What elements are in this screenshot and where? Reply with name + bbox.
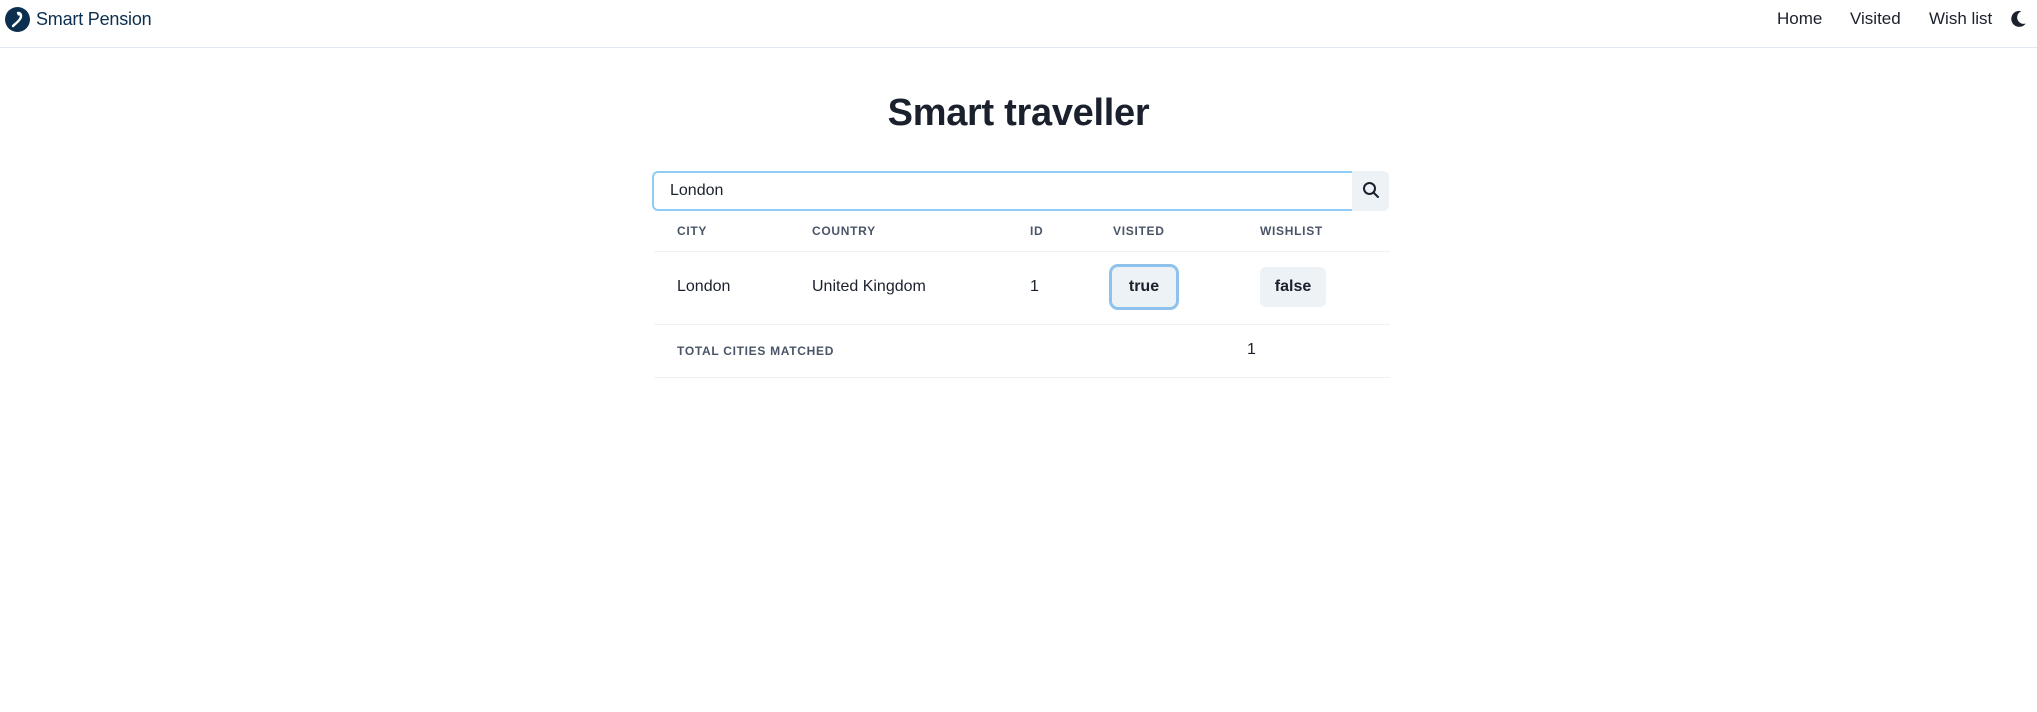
search-button[interactable]	[1352, 171, 1389, 211]
row-divider	[654, 324, 1390, 325]
visited-toggle-button[interactable]: true	[1112, 267, 1176, 307]
cell-city: London	[677, 278, 731, 295]
search-icon	[1362, 181, 1380, 202]
cell-country: United Kingdom	[812, 278, 926, 295]
total-cities-label: TOTAL CITIES MATCHED	[677, 344, 835, 358]
column-header-country: COUNTRY	[812, 224, 876, 238]
total-cities-count: 1	[1247, 341, 1256, 358]
smart-pension-logo-icon	[5, 6, 30, 32]
header-divider	[654, 251, 1390, 252]
brand-name: Smart Pension	[36, 8, 152, 29]
column-header-city: CITY	[677, 224, 708, 238]
nav-home-link[interactable]: Home	[1777, 9, 1822, 29]
brand-logo[interactable]: Smart Pension	[5, 6, 152, 32]
search-input[interactable]	[652, 171, 1353, 211]
nav-wishlist-link[interactable]: Wish list	[1929, 9, 1992, 29]
column-header-wishlist: WISHLIST	[1260, 224, 1323, 238]
top-navbar: Smart Pension Home Visited Wish list	[0, 0, 2037, 48]
column-header-id: ID	[1030, 224, 1044, 238]
cell-id: 1	[1030, 278, 1039, 295]
column-header-visited: VISITED	[1113, 224, 1165, 238]
footer-divider	[654, 377, 1390, 378]
moon-icon[interactable]	[2008, 9, 2028, 29]
nav-visited-link[interactable]: Visited	[1850, 9, 1901, 29]
wishlist-toggle-button[interactable]: false	[1260, 267, 1326, 307]
page-title: Smart traveller	[887, 92, 1150, 134]
